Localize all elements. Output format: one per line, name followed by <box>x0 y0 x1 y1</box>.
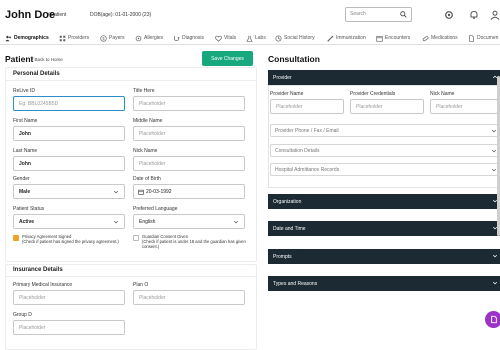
dollar-icon: $ <box>100 34 107 42</box>
personal-details-title: Personal Details <box>13 71 60 77</box>
chevron-down-icon <box>233 220 239 224</box>
hospital-records-row[interactable]: Hospital Admittance Records <box>270 163 500 176</box>
back-to-home-link[interactable]: / Back to Home <box>32 57 63 62</box>
bell-icon[interactable] <box>469 10 479 20</box>
pill-icon <box>422 35 429 41</box>
types-reasons-accordion[interactable]: Types and Reasons <box>268 276 500 291</box>
consultation-details-row[interactable]: Consultation Details <box>270 144 500 157</box>
tab-social-history[interactable]: Social History <box>275 33 315 43</box>
patient-dob: DOB(age): 01-01-2000 (23) <box>90 12 152 18</box>
nick-name-label: Nick Name <box>133 148 158 154</box>
settings-icon[interactable] <box>444 10 454 20</box>
search-icon <box>400 11 407 18</box>
tab-vitals[interactable]: Vitals <box>215 33 236 43</box>
gender-select[interactable]: Male <box>13 184 125 199</box>
group-input[interactable]: Placeholder <box>13 320 125 335</box>
provider-contact-row[interactable]: Provider Phone / Fax / Email <box>270 124 500 137</box>
page-title: Patient <box>5 54 34 64</box>
document-icon <box>491 315 497 324</box>
middle-name-label: Middle Name <box>133 118 163 124</box>
insurance-title: Insurance Details <box>13 267 63 273</box>
calendar-icon <box>138 189 144 195</box>
nick-name-input[interactable]: Placeholder <box>133 156 245 171</box>
tab-allergies[interactable]: Allergies <box>135 33 163 43</box>
document-fab-button[interactable] <box>485 311 500 328</box>
grid-icon <box>59 35 66 41</box>
plan-input[interactable]: Placeholder <box>133 290 245 305</box>
tab-labs[interactable]: Labs <box>246 33 266 43</box>
syringe-icon <box>327 34 334 42</box>
language-label: Preferred Language <box>133 206 178 212</box>
search-placeholder: Search <box>350 11 366 17</box>
provider-credentials-label: Provider Credentials <box>350 91 396 97</box>
user-icon[interactable] <box>490 10 500 20</box>
relive-id-input[interactable]: Eg: BBL0245B5D <box>13 96 125 111</box>
primary-insurance-label: Primary Medical Insurance <box>13 282 73 288</box>
allergy-icon <box>135 35 142 41</box>
primary-insurance-input[interactable]: Placeholder <box>13 290 125 305</box>
provider-credentials-input[interactable]: Placeholder <box>350 99 424 114</box>
chevron-down-icon <box>492 254 498 258</box>
save-button[interactable]: Save Changes <box>202 51 253 66</box>
tab-demographics[interactable]: Demographics <box>5 33 49 43</box>
divider <box>5 276 257 277</box>
title-here-label: Title Here <box>133 88 155 94</box>
consult-nick-name-input[interactable]: Placeholder <box>430 99 498 114</box>
first-name-input[interactable]: John <box>13 126 125 141</box>
last-name-input[interactable]: John <box>13 156 125 171</box>
patient-tag: / Patient <box>48 12 67 18</box>
date-time-accordion[interactable]: Date and Time <box>268 221 500 236</box>
patient-status-label: Patient Status <box>13 206 45 212</box>
svg-text:$: $ <box>102 36 105 41</box>
provider-accordion[interactable]: Provider <box>268 70 500 85</box>
provider-name-input[interactable]: Placeholder <box>270 99 344 114</box>
organization-accordion[interactable]: Organization <box>268 194 500 209</box>
first-name-label: First Name <box>13 118 38 124</box>
tab-diagnosis[interactable]: Diagnosis <box>173 33 204 43</box>
middle-name-input[interactable]: Placeholder <box>133 126 245 141</box>
search-input[interactable]: Search <box>345 7 412 22</box>
header: John Doe / Patient DOB(age): 01-01-2000 … <box>0 0 500 30</box>
calendar-icon <box>376 35 383 42</box>
title-here-input[interactable]: Placeholder <box>133 96 245 111</box>
people-icon <box>5 35 11 41</box>
provider-name-label: Provider Name <box>270 91 304 97</box>
chevron-down-icon <box>113 190 119 194</box>
tab-encounters[interactable]: Encounters <box>376 33 410 43</box>
prompts-accordion[interactable]: Prompts <box>268 249 500 264</box>
relive-id-label: ReLive ID <box>13 88 35 94</box>
tab-providers[interactable]: Providers <box>59 33 89 43</box>
history-icon <box>275 34 282 42</box>
plan-label: Plan O <box>133 282 149 288</box>
tab-medications[interactable]: Medications <box>422 33 458 43</box>
chevron-down-icon <box>113 220 119 224</box>
patient-status-select[interactable]: Active <box>13 214 125 229</box>
heart-icon <box>215 35 222 42</box>
privacy-checkbox[interactable] <box>13 235 19 241</box>
tab-payers[interactable]: $ Payers <box>100 33 125 43</box>
document-icon <box>469 34 474 42</box>
group-label: Group D <box>13 312 32 318</box>
language-select[interactable]: English <box>133 214 245 229</box>
tab-bar: Demographics Providers $ Payers Allergie… <box>0 30 500 45</box>
consult-nick-name-label: Nick Name <box>430 91 455 97</box>
dob-input[interactable]: 20-03-1992 <box>133 184 245 199</box>
flask-icon <box>246 35 253 42</box>
dob-label: Date of Birth <box>133 176 161 182</box>
consultation-title: Consultation <box>268 54 320 64</box>
privacy-text: Privacy Agreement Signed (Check if patie… <box>22 234 119 245</box>
chevron-down-icon <box>492 281 498 285</box>
guardian-text: Guardian Consent Given (Check if patient… <box>142 234 246 250</box>
divider <box>5 80 257 81</box>
stethoscope-icon <box>174 35 180 41</box>
last-name-label: Last Name <box>13 148 38 154</box>
gender-label: Gender <box>13 176 30 182</box>
guardian-checkbox[interactable] <box>133 235 139 241</box>
tab-immunization[interactable]: Immunization <box>327 33 366 43</box>
tab-documents[interactable]: Documen <box>468 33 498 43</box>
